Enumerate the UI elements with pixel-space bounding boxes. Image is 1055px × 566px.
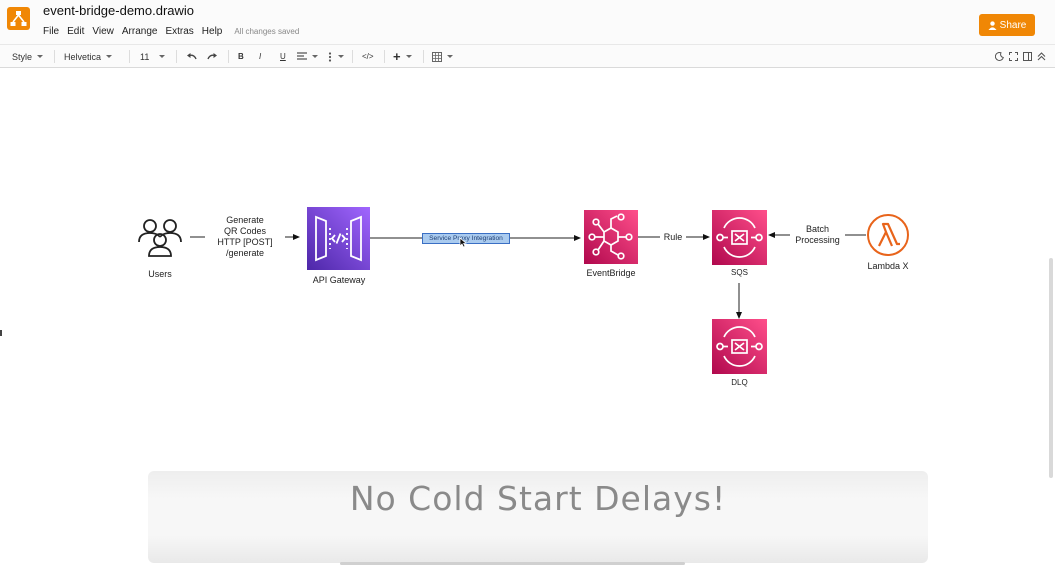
menu-arrange[interactable]: Arrange — [122, 26, 158, 37]
code-icon[interactable]: </> — [362, 49, 374, 64]
format-panel-icon[interactable] — [1023, 49, 1032, 64]
horizontal-scrollbar[interactable] — [340, 562, 685, 565]
users-label: Users — [148, 269, 172, 279]
style-label: Style — [12, 51, 33, 62]
toolbar-divider — [228, 50, 229, 63]
caption-banner: No Cold Start Delays! — [148, 471, 928, 563]
vertical-align-icon[interactable] — [327, 49, 344, 64]
edge-label-line: Processing — [795, 235, 840, 245]
chevron-down-icon — [106, 55, 113, 58]
font-size-label: 11 — [140, 51, 150, 62]
file-title[interactable]: event-bridge-demo.drawio — [43, 3, 194, 18]
api-gateway-icon[interactable] — [307, 207, 370, 270]
dlq-label: DLQ — [731, 378, 748, 387]
drawio-logo-icon[interactable] — [7, 7, 30, 30]
insert-plus-icon[interactable]: + — [393, 49, 412, 64]
toolbar-divider — [384, 50, 385, 63]
table-icon[interactable] — [432, 49, 453, 64]
users-icon[interactable] — [137, 216, 183, 260]
sqs-icon[interactable] — [712, 210, 767, 265]
caption-text: No Cold Start Delays! — [349, 479, 727, 518]
edge-label-generate: Generate QR Codes HTTP [POST] /generate — [205, 215, 285, 259]
menu-help[interactable]: Help — [202, 26, 223, 37]
diagram-canvas[interactable]: Users Generate QR Codes HTTP [POST] /gen… — [0, 68, 1055, 566]
toolbar-divider — [54, 50, 55, 63]
fullscreen-icon[interactable] — [1009, 49, 1018, 64]
edge-label-line: /generate — [225, 248, 265, 258]
chevron-down-icon — [447, 55, 453, 58]
font-family-label: Helvetica — [64, 51, 102, 62]
save-status: All changes saved — [234, 26, 300, 36]
menu-bar: File Edit View Arrange Extras Help All c… — [43, 24, 299, 38]
menu-view[interactable]: View — [92, 26, 114, 37]
menu-edit[interactable]: Edit — [67, 26, 84, 37]
user-icon — [988, 20, 997, 30]
toolbar-divider — [423, 50, 424, 63]
align-icon[interactable] — [297, 49, 318, 64]
toolbar-divider — [129, 50, 130, 63]
app-header: event-bridge-demo.drawio File Edit View … — [0, 0, 1055, 44]
menu-file[interactable]: File — [43, 26, 59, 37]
share-label: Share — [999, 19, 1027, 31]
toolbar-divider — [176, 50, 177, 63]
mouse-cursor-icon — [459, 237, 467, 248]
style-dropdown[interactable]: Style — [12, 49, 44, 64]
eventbridge-icon[interactable] — [584, 210, 638, 264]
lambda-icon[interactable] — [866, 213, 910, 257]
api-gateway-label: API Gateway — [312, 275, 366, 285]
eventbridge-label: EventBridge — [586, 268, 636, 278]
menu-extras[interactable]: Extras — [165, 26, 193, 37]
edge-label-line: Generate — [226, 215, 264, 225]
collapse-icon[interactable] — [1037, 49, 1046, 64]
chevron-down-icon — [405, 55, 412, 58]
edge-label-line: Batch — [805, 224, 829, 234]
edge-label-batch-processing: Batch Processing — [790, 224, 845, 246]
chevron-down-icon — [37, 55, 44, 58]
lambda-label: Lambda X — [867, 261, 909, 271]
edge-label-line: QR Codes — [223, 226, 267, 236]
font-family-dropdown[interactable]: Helvetica — [64, 49, 113, 64]
bold-icon[interactable]: B — [238, 49, 244, 64]
font-size-dropdown[interactable]: 11 — [140, 49, 166, 64]
format-toolbar: Style Helvetica 11 B I U </> + — [0, 44, 1055, 68]
undo-icon[interactable] — [186, 49, 197, 64]
dlq-icon[interactable] — [712, 319, 767, 374]
chevron-down-icon — [159, 55, 166, 58]
redo-icon[interactable] — [207, 49, 218, 64]
dark-mode-icon[interactable] — [995, 49, 1004, 64]
toolbar-divider — [352, 50, 353, 63]
chevron-down-icon — [338, 55, 344, 58]
italic-icon[interactable]: I — [259, 49, 261, 64]
underline-icon[interactable]: U — [280, 49, 286, 64]
share-button[interactable]: Share — [979, 14, 1035, 36]
edge-label-rule: Rule — [660, 232, 686, 243]
chevron-down-icon — [312, 55, 318, 58]
sqs-label: SQS — [731, 268, 748, 277]
edge-label-line: HTTP [POST] — [217, 237, 273, 247]
